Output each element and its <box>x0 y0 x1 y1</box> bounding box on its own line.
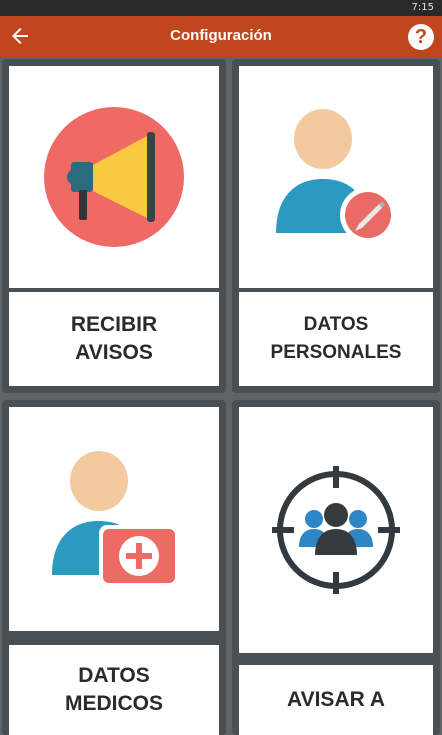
datos-personales-card[interactable]: DATOS PERSONALES <box>232 59 440 393</box>
megaphone-icon <box>44 107 184 247</box>
card-label-avisar-a: AVISAR A <box>286 688 385 711</box>
page-title: Configuración <box>170 27 272 44</box>
card-label-datos-personales: DATOS PERSONALES <box>270 314 402 363</box>
card-icon-area[interactable] <box>239 407 433 653</box>
card-label-recibir-avisos: RECIBIR AVISOS <box>70 313 158 364</box>
card-label-datos-medicos: DATOS MEDICOS <box>64 664 163 715</box>
datos-medicos-card[interactable]: DATOS MEDICOS <box>2 400 226 735</box>
card-icon-area[interactable] <box>9 66 219 288</box>
card-label-area[interactable]: DATOS PERSONALES <box>239 292 433 386</box>
help-button[interactable]: ? <box>408 24 434 50</box>
app-bar: Configuración ? <box>0 16 442 57</box>
help-icon: ? <box>414 25 428 48</box>
card-label-area[interactable]: RECIBIR AVISOS <box>9 292 219 386</box>
status-time: 7:15 <box>411 2 434 13</box>
card-label-area[interactable]: DATOS MEDICOS <box>9 645 219 735</box>
card-icon-area[interactable] <box>9 407 219 631</box>
card-label-area[interactable]: AVISAR A <box>239 665 433 735</box>
user-medical-icon <box>52 451 179 587</box>
card-icon-area[interactable] <box>239 66 433 288</box>
user-edit-icon <box>276 109 396 243</box>
target-group-icon <box>272 466 400 594</box>
recibir-avisos-card[interactable]: RECIBIR AVISOS <box>2 59 226 393</box>
avisar-a-card[interactable]: AVISAR A <box>232 400 440 735</box>
status-bar: 7:15 <box>0 0 442 16</box>
